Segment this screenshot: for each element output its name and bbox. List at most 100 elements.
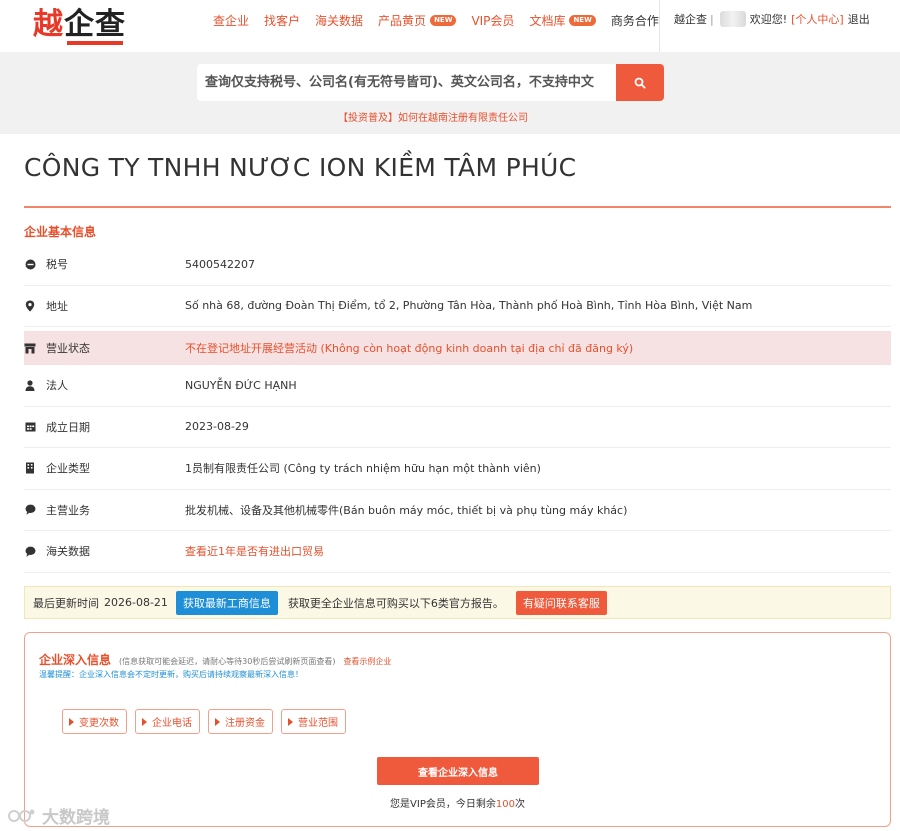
caret-right-icon xyxy=(142,717,147,726)
info-row-legal-rep: 法人 NGUYỄN ĐỨC HẠNH xyxy=(24,365,891,407)
nav-vip[interactable]: VIP会员 xyxy=(471,12,514,29)
info-value: 2023-08-29 xyxy=(185,420,249,434)
info-value: 不在登记地址开展经营活动 (Không còn hoạt động kinh d… xyxy=(185,342,634,355)
nav-label: 商务合作 xyxy=(610,13,659,28)
info-row-customs: 海关数据 查看近1年是否有进出口贸易 xyxy=(24,531,891,573)
info-value: 批发机械、设备及其他机械零件(Bán buôn máy móc, thiết b… xyxy=(185,503,628,517)
info-value: NGUYỄN ĐỨC HẠNH xyxy=(185,378,297,392)
nav-customs-data[interactable]: 海关数据 xyxy=(315,12,363,29)
new-badge: NEW xyxy=(430,14,457,26)
search-button[interactable] xyxy=(616,64,664,101)
title-divider xyxy=(24,206,891,208)
refresh-info-button[interactable]: 获取最新工商信息 xyxy=(175,590,278,615)
nav-documents[interactable]: 文档库 NEW xyxy=(529,12,596,29)
building-icon xyxy=(24,462,36,474)
nav-label: 文档库 xyxy=(529,13,566,28)
nav-business-cooperation[interactable]: 商务合作 xyxy=(611,12,659,29)
store-icon xyxy=(24,342,36,354)
info-label: 法人 xyxy=(46,379,68,393)
info-row-company-type: 企业类型 1员制有限责任公司 (Công ty trách nhiệm hữu … xyxy=(24,448,891,490)
info-row-founded: 成立日期 2023-08-29 xyxy=(24,407,891,448)
search-icon xyxy=(634,77,646,89)
watermark-text: 大数跨境 xyxy=(42,808,110,828)
info-label: 营业状态 xyxy=(46,342,90,355)
search-input[interactable]: 查询仅支持税号、公司名(有无符号皆可)、英文公司名，不支持中文 xyxy=(197,64,616,101)
chat-icon xyxy=(24,504,36,516)
logo-name: 企查 xyxy=(64,7,126,42)
deep-info-tip: 温馨提醒：企业深入信息会不定时更新，购买后请持续观察最新深入信息！ xyxy=(39,670,303,679)
chip-label: 企业电话 xyxy=(152,718,192,729)
user-area: 越企查 | 欢迎您! [个人中心] 退出 xyxy=(674,11,870,27)
info-row-address: 地址 Số nhà 68, đường Đoàn Thị Điểm, tổ 2,… xyxy=(24,286,891,327)
nav-label: 产品黄页 xyxy=(378,13,427,28)
chip-change-count[interactable]: 变更次数 xyxy=(62,709,127,734)
contact-service-button[interactable]: 有疑问联系客服 xyxy=(515,590,607,615)
example-company-link[interactable]: 查看示例企业 xyxy=(343,656,391,667)
tax-id-icon xyxy=(24,258,36,270)
section-title: 企业基本信息 xyxy=(24,225,97,239)
nav-find-company[interactable]: 查企业 xyxy=(213,12,249,29)
watermark: 大数跨境 xyxy=(8,803,110,828)
chip-business-scope[interactable]: 营业范围 xyxy=(281,709,346,734)
search-band: 查询仅支持税号、公司名(有无符号皆可)、英文公司名，不支持中文 【投资普及】如何… xyxy=(0,52,900,134)
info-label: 税号 xyxy=(46,258,68,272)
user-center-link[interactable]: [个人中心] xyxy=(791,11,844,27)
page-title: CÔNG TY TNHH NƯƠC ION KIỀM TÂM PHÚC xyxy=(24,153,577,182)
view-deep-info-button[interactable]: 查看企业深入信息 xyxy=(377,757,539,785)
logo-char: 越 xyxy=(33,7,64,42)
nav-label: 找客户 xyxy=(264,13,301,28)
calendar-icon xyxy=(24,421,36,433)
chip-registered-capital[interactable]: 注册资金 xyxy=(208,709,273,734)
nav-label: VIP会员 xyxy=(471,13,515,28)
deep-info-card: 企业深入信息 (信息获取可能会延迟，请耐心等待30秒后尝试刷新页面查看) 查看示… xyxy=(24,632,891,827)
vip-suffix: 次 xyxy=(514,799,525,810)
update-label: 最后更新时间 xyxy=(33,596,99,610)
caret-right-icon xyxy=(215,717,220,726)
info-label: 主营业务 xyxy=(46,503,90,517)
site-logo[interactable]: 越企查 xyxy=(33,7,126,48)
user-separator: | xyxy=(710,12,714,26)
update-date: 2026-08-21 xyxy=(104,596,168,609)
deep-info-header: 企业深入信息 (信息获取可能会延迟，请耐心等待30秒后尝试刷新页面查看) 查看示… xyxy=(39,651,391,668)
deep-info-note: (信息获取可能会延迟，请耐心等待30秒后尝试刷新页面查看) xyxy=(119,657,336,666)
top-header: 越企查 查企业 找客户 海关数据 产品黄页 NEW VIP会员 文档库 NEW 商务… xyxy=(0,0,900,52)
caret-right-icon xyxy=(69,717,74,726)
info-row-main-business: 主营业务 批发机械、设备及其他机械零件(Bán buôn máy móc, th… xyxy=(24,490,891,531)
info-label: 海关数据 xyxy=(46,545,90,559)
deep-info-chips: 变更次数 企业电话 注册资金 营业范围 xyxy=(62,709,354,734)
customs-data-link[interactable]: 查看近1年是否有进出口贸易 xyxy=(185,543,324,559)
chip-company-phone[interactable]: 企业电话 xyxy=(135,709,200,734)
avatar[interactable] xyxy=(719,11,746,27)
more-info-text: 获取更全企业信息可购买以下6类官方报告。 xyxy=(287,596,504,610)
search-hint-link[interactable]: 【投资普及】如何在越南注册有限责任公司 xyxy=(0,109,866,124)
new-badge: NEW xyxy=(569,14,596,26)
user-brand: 越企查 xyxy=(674,13,707,26)
nav-product-pages[interactable]: 产品黄页 NEW xyxy=(378,12,457,29)
chip-label: 注册资金 xyxy=(225,718,265,729)
deep-info-title: 企业深入信息 xyxy=(39,653,112,667)
chat-icon xyxy=(24,545,36,557)
update-bar: 最后更新时间 2026-08-21 获取最新工商信息 获取更全企业信息可购买以下… xyxy=(24,586,891,619)
main-nav: 查企业 找客户 海关数据 产品黄页 NEW VIP会员 文档库 NEW 商务合作 xyxy=(213,11,674,29)
logout-link[interactable]: 退出 xyxy=(848,11,870,27)
info-label: 企业类型 xyxy=(46,462,90,476)
info-value: Số nhà 68, đường Đoàn Thị Điểm, tổ 2, Ph… xyxy=(185,299,753,313)
basic-info-list: 税号 5400542207 地址 Số nhà 68, đường Đoàn T… xyxy=(24,244,891,573)
nav-label: 海关数据 xyxy=(315,13,364,28)
info-row-tax-id: 税号 5400542207 xyxy=(24,244,891,286)
chip-label: 营业范围 xyxy=(298,718,338,729)
location-icon xyxy=(24,300,36,312)
info-value: 1员制有限责任公司 (Công ty trách nhiệm hữu hạn m… xyxy=(185,462,541,476)
info-row-business-status: 营业状态 不在登记地址开展经营活动 (Không còn hoạt động k… xyxy=(24,331,891,365)
header-divider xyxy=(659,0,660,52)
logo-underline xyxy=(67,41,123,45)
watermark-logo-icon xyxy=(8,809,35,822)
info-value: 5400542207 xyxy=(185,257,255,271)
vip-prefix: 您是VIP会员，今日剩余 xyxy=(390,799,496,810)
vip-count: 100 xyxy=(495,799,515,810)
nav-label: 查企业 xyxy=(213,13,250,28)
person-icon xyxy=(24,379,36,391)
vip-remaining-text: 您是VIP会员，今日剩余100次 xyxy=(25,795,890,810)
caret-right-icon xyxy=(288,717,293,726)
nav-find-customers[interactable]: 找客户 xyxy=(264,12,300,29)
